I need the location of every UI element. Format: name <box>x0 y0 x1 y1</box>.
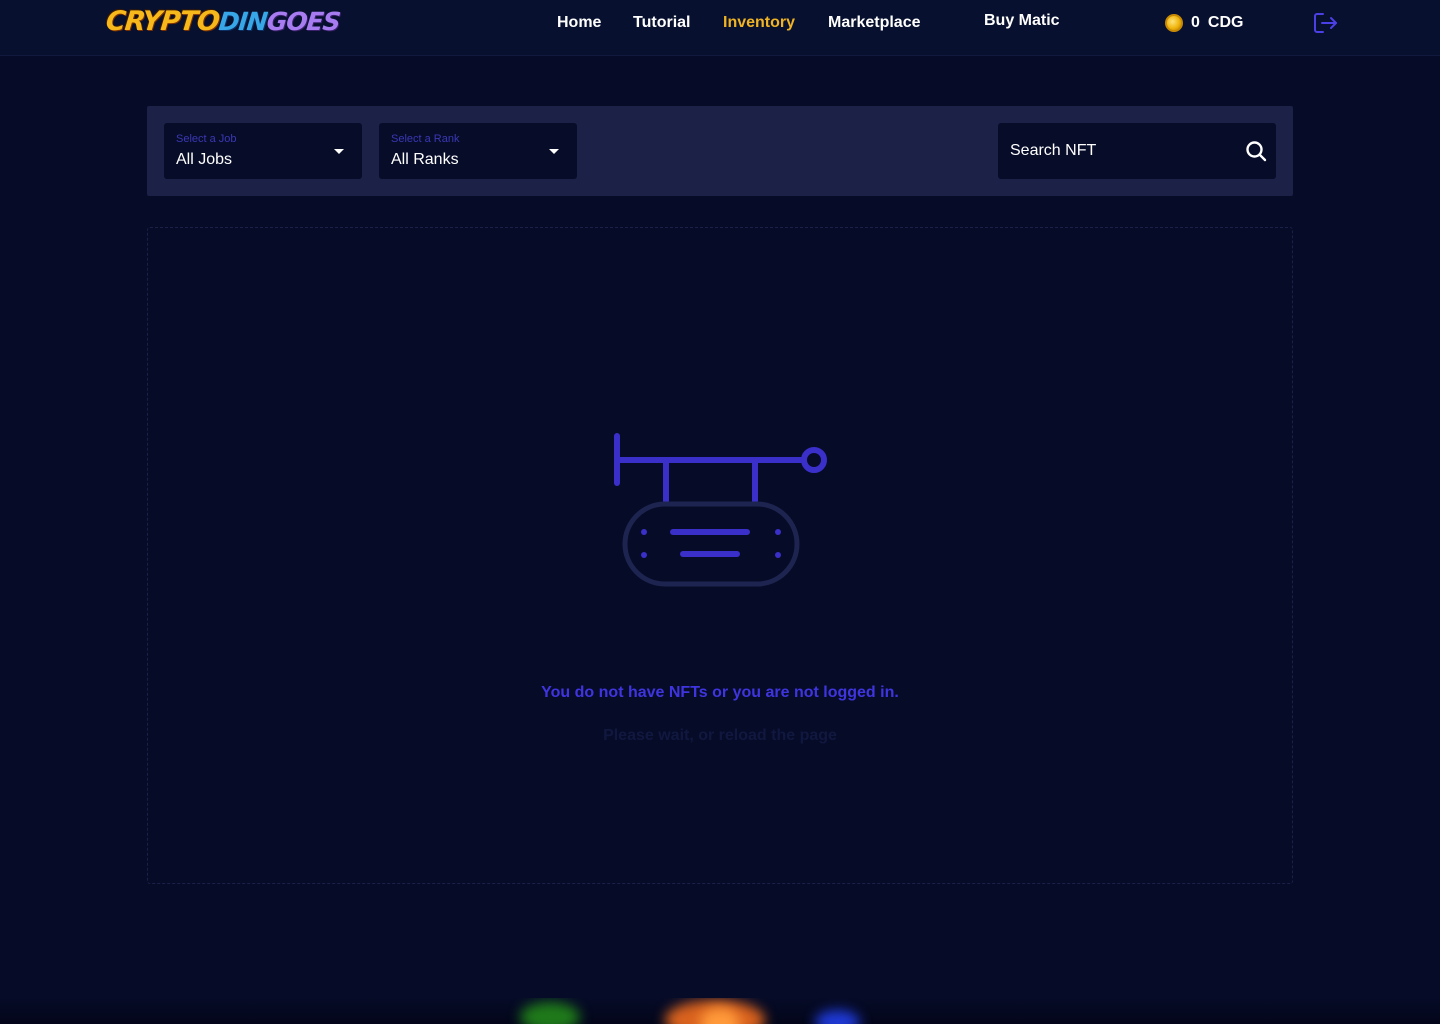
cdg-balance: 0 CDG <box>1165 12 1243 34</box>
logo-text-part2: DIN <box>217 7 269 36</box>
search-button[interactable] <box>1244 139 1268 163</box>
nav-inventory[interactable]: Inventory <box>723 12 795 34</box>
filter-bar: Select a Job All Jobs Select a Rank All … <box>147 106 1293 196</box>
job-select[interactable]: Select a Job All Jobs <box>164 123 362 179</box>
caret-down-icon <box>334 149 344 154</box>
coin-icon <box>1165 14 1183 32</box>
balance-currency: CDG <box>1207 14 1244 31</box>
caret-down-icon <box>549 149 559 154</box>
crypto-dingoes-logo[interactable]: CRYPTODINGOES <box>104 2 342 42</box>
job-select-label: Select a Job <box>176 133 237 145</box>
logo-text-part1: CRYPTO <box>104 6 221 37</box>
job-select-value: All Jobs <box>176 151 233 168</box>
nav-marketplace[interactable]: Marketplace <box>828 12 921 34</box>
rank-select-value: All Ranks <box>391 151 459 168</box>
footer-glow-decoration <box>0 998 1440 1024</box>
logo-text-part3: GOES <box>265 7 342 36</box>
rank-select[interactable]: Select a Rank All Ranks <box>379 123 577 179</box>
page: CRYPTODINGOES Home Tutorial Inventory Ma… <box>0 0 1440 1024</box>
nav-tutorial[interactable]: Tutorial <box>633 12 690 34</box>
search-input[interactable] <box>998 123 1228 179</box>
top-navbar: CRYPTODINGOES Home Tutorial Inventory Ma… <box>0 0 1440 56</box>
hanging-sign-icon <box>614 433 834 593</box>
logout-icon <box>1314 13 1337 33</box>
logout-button[interactable] <box>1312 10 1340 36</box>
empty-state-subtitle: Please wait, or reload the page <box>603 727 837 744</box>
search-box <box>998 123 1276 179</box>
rank-select-label: Select a Rank <box>391 133 460 145</box>
empty-state-title: You do not have NFTs or you are not logg… <box>541 684 899 701</box>
balance-amount: 0 <box>1191 14 1200 31</box>
nav-home[interactable]: Home <box>557 12 601 34</box>
nav-buy-matic[interactable]: Buy Matic <box>984 10 1060 32</box>
search-icon <box>1246 141 1267 162</box>
nft-inventory-panel: You do not have NFTs or you are not logg… <box>147 227 1293 884</box>
